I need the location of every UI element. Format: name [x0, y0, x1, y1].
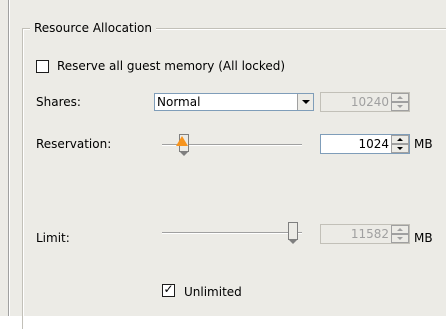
reservation-label: Reservation: — [36, 137, 112, 151]
chevron-down-icon — [302, 100, 310, 104]
arrow-down-icon — [397, 147, 403, 150]
arrow-down-icon — [397, 105, 403, 108]
arrow-up-icon — [397, 96, 403, 99]
dropdown-button[interactable] — [297, 94, 313, 110]
group-title: Resource Allocation — [30, 20, 157, 36]
limit-slider-thumb — [288, 222, 298, 240]
panel-divider-highlight — [9, 0, 10, 316]
reserve-memory-label[interactable]: Reserve all guest memory (All locked) — [57, 58, 285, 74]
limit-slider-thumb-tip — [288, 239, 298, 244]
spin-down-button — [391, 102, 409, 111]
spin-up-button — [391, 225, 409, 234]
shares-spinner: 10240 — [320, 92, 410, 112]
shares-dropdown-value: Normal — [157, 95, 201, 109]
resource-allocation-panel: Resource Allocation Reserve all guest me… — [0, 0, 446, 329]
reservation-unit: MB — [414, 137, 433, 151]
spin-up-button — [391, 93, 409, 102]
reservation-spinner[interactable]: 1024 — [320, 134, 410, 154]
arrow-up-icon — [397, 228, 403, 231]
limit-slider — [162, 222, 302, 246]
arrow-down-icon — [397, 237, 403, 240]
spin-up-button[interactable] — [391, 135, 409, 144]
limit-spin-buttons — [391, 225, 409, 243]
reserve-memory-checkbox[interactable] — [36, 60, 49, 73]
shares-dropdown[interactable]: Normal — [154, 93, 314, 111]
limit-unit: MB — [414, 231, 433, 245]
unlimited-label[interactable]: Unlimited — [184, 284, 242, 300]
spin-down-button — [391, 234, 409, 243]
limit-spinner: 11582 — [320, 224, 410, 244]
spin-down-button[interactable] — [391, 144, 409, 153]
shares-label: Shares: — [36, 95, 81, 109]
limit-slider-track — [162, 232, 302, 234]
reservation-value[interactable]: 1024 — [358, 136, 389, 152]
reservation-slider-thumb-tip — [179, 151, 189, 156]
limit-label: Limit: — [36, 231, 70, 245]
warning-triangle-icon — [176, 136, 188, 146]
reservation-spin-buttons[interactable] — [391, 135, 409, 153]
shares-value: 10240 — [350, 95, 389, 109]
limit-value: 11582 — [350, 227, 389, 241]
checkmark-icon: ✓ — [163, 282, 174, 296]
arrow-up-icon — [397, 138, 403, 141]
unlimited-checkbox[interactable]: ✓ — [162, 282, 175, 297]
shares-spin-buttons — [391, 93, 409, 111]
